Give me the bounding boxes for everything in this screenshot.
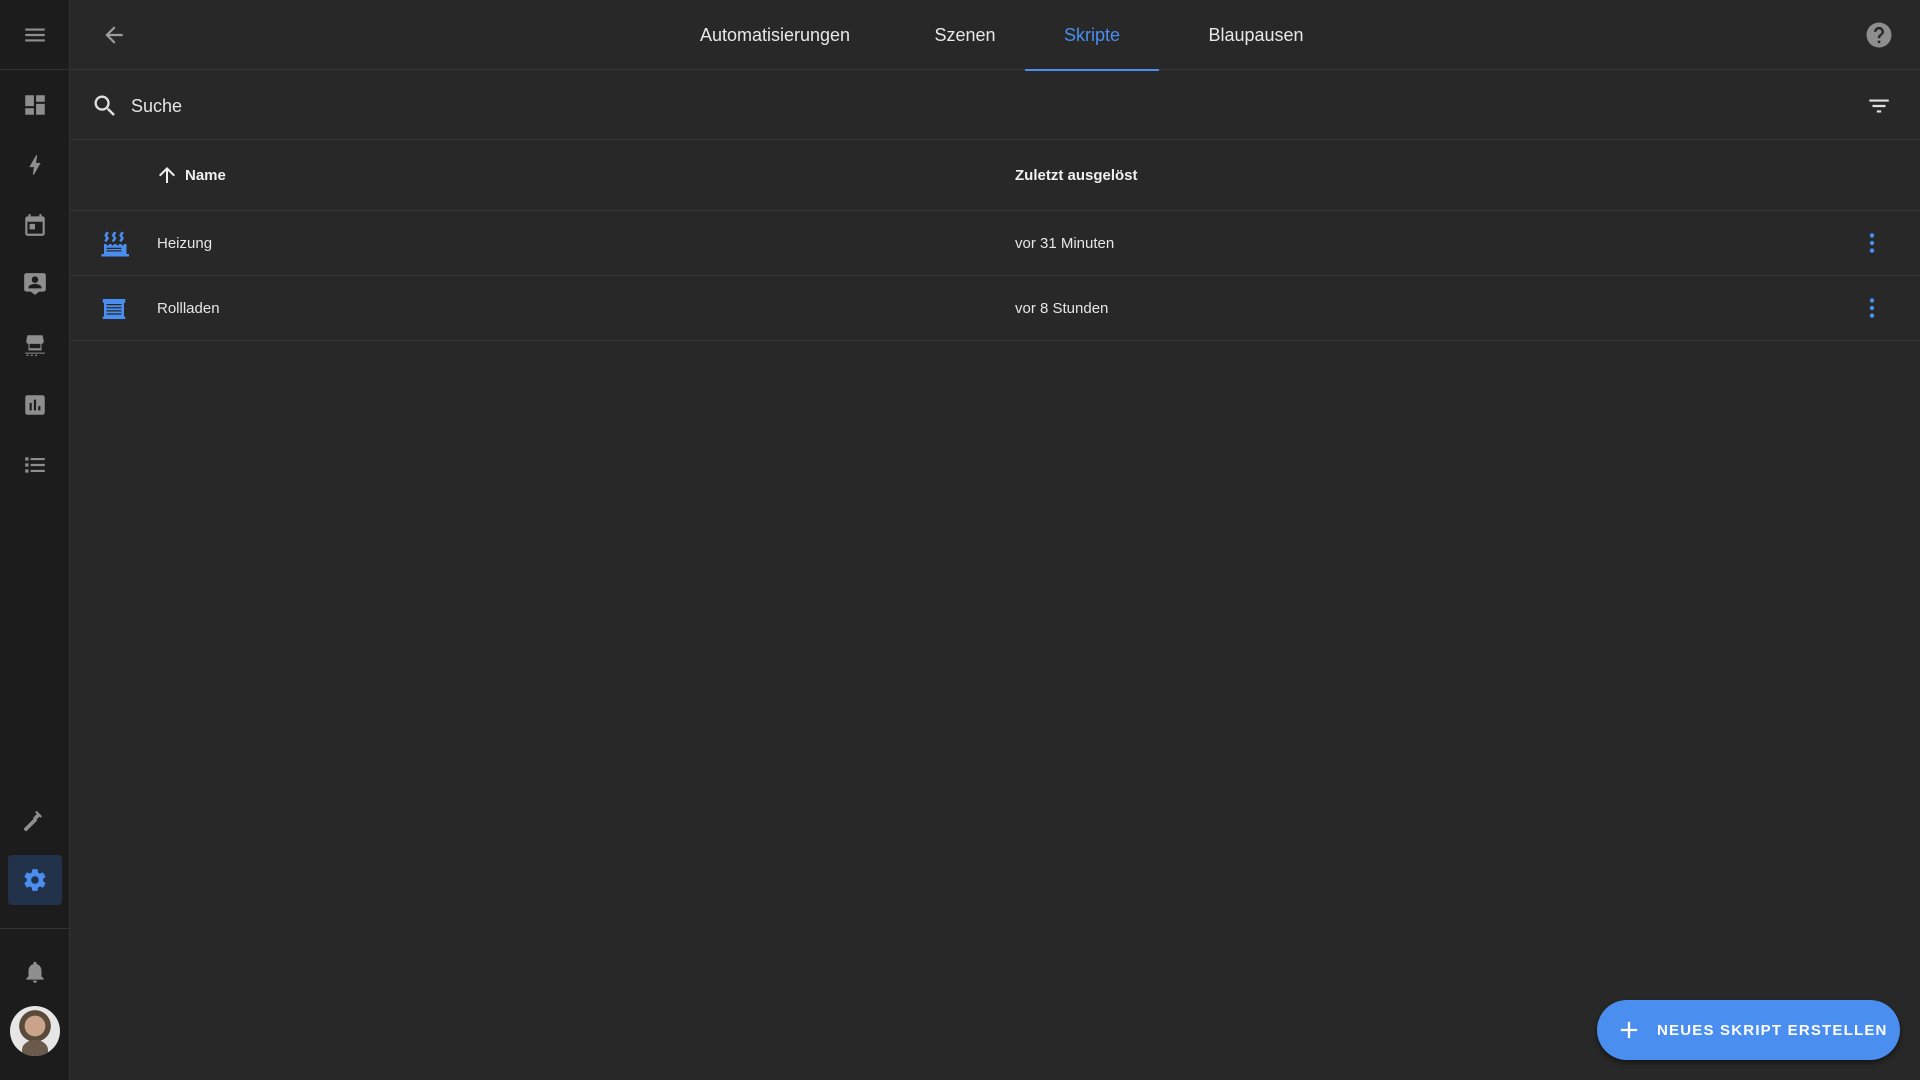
column-header-name[interactable]: Name	[155, 140, 226, 210]
create-script-label: NEUES SKRIPT ERSTELLEN	[1657, 1021, 1888, 1039]
hammer-icon	[23, 810, 43, 832]
script-last-triggered: vor 8 Stunden	[1015, 299, 1109, 317]
dashboard-icon	[25, 95, 45, 115]
menu-icon	[24, 28, 45, 41]
sidebar-divider	[0, 928, 70, 929]
sidebar-item-logbook[interactable]	[8, 440, 62, 490]
calendar-icon	[25, 214, 45, 236]
account-box-icon	[24, 273, 46, 295]
table-header: Name Zuletzt ausgelöst	[71, 140, 1920, 211]
sidebar-item-developer-tools[interactable]	[8, 795, 62, 845]
row-overflow-menu-button[interactable]	[1858, 294, 1886, 322]
arrow-left-icon	[105, 26, 123, 44]
tab-automations[interactable]: Automatisierungen	[686, 0, 864, 70]
column-header-name-label: Name	[185, 166, 226, 184]
dots-vertical-icon	[1869, 233, 1875, 253]
script-name: Heizung	[157, 234, 213, 252]
create-script-button[interactable]: NEUES SKRIPT ERSTELLEN	[1597, 1000, 1900, 1060]
sidebar-header	[0, 0, 69, 70]
dots-vertical-icon	[1869, 298, 1875, 318]
bell-icon	[26, 961, 44, 983]
back-button[interactable]	[93, 14, 135, 56]
lightning-icon	[29, 155, 41, 175]
sidebar-item-history[interactable]	[8, 380, 62, 430]
avatar[interactable]	[10, 1006, 60, 1056]
filter-button[interactable]	[1864, 91, 1894, 121]
gear-icon	[24, 869, 46, 891]
radiator-icon	[99, 229, 129, 259]
search-icon	[91, 92, 119, 120]
sidebar-item-calendar[interactable]	[8, 200, 62, 250]
help-circle-icon	[1866, 22, 1892, 48]
search-bar	[71, 71, 1920, 140]
tab-blueprints[interactable]: Blaupausen	[1186, 0, 1326, 70]
hacs-store-icon	[25, 335, 45, 356]
table-row[interactable]: Heizung vor 31 Minuten	[71, 211, 1920, 276]
sidebar	[0, 0, 70, 1080]
script-last-triggered: vor 31 Minuten	[1015, 234, 1115, 252]
help-button[interactable]	[1860, 16, 1898, 54]
window-shutter-icon	[99, 294, 129, 324]
sidebar-item-people[interactable]	[8, 259, 62, 309]
scripts-table: Name Zuletzt ausgelöst Heizung vor 31 Mi…	[71, 140, 1920, 341]
sidebar-item-energy[interactable]	[8, 140, 62, 190]
sidebar-item-overview[interactable]	[8, 80, 62, 130]
sidebar-item-notifications[interactable]	[8, 947, 62, 997]
tab-scenes[interactable]: Szenen	[906, 0, 1024, 70]
sidebar-item-hacs[interactable]	[8, 320, 62, 370]
filter-icon	[1869, 99, 1889, 113]
chart-box-icon	[25, 395, 45, 415]
arrow-up-icon	[159, 167, 175, 183]
plus-icon	[1620, 1021, 1638, 1039]
sidebar-item-settings[interactable]	[8, 855, 62, 905]
top-toolbar: Automatisierungen Szenen Skripte Blaupau…	[71, 0, 1920, 71]
list-icon	[25, 457, 45, 473]
table-row[interactable]: Rollladen vor 8 Stunden	[71, 276, 1920, 341]
search-input[interactable]	[129, 85, 1729, 127]
column-header-last-triggered[interactable]: Zuletzt ausgelöst	[1015, 140, 1138, 210]
menu-button[interactable]	[13, 13, 57, 57]
tab-scripts[interactable]: Skripte	[1025, 0, 1159, 71]
script-name: Rollladen	[157, 299, 220, 317]
row-overflow-menu-button[interactable]	[1858, 229, 1886, 257]
